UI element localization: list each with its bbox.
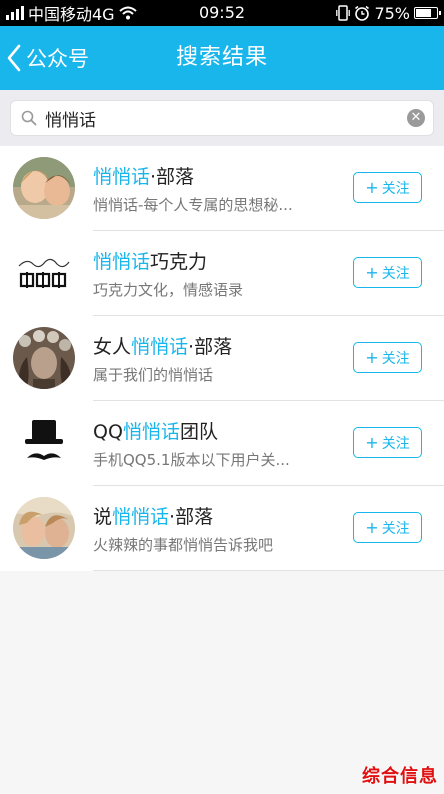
result-name: QQ悄悄话团队 <box>93 421 218 443</box>
avatar <box>13 242 75 304</box>
result-desc: 属于我们的悄悄话 <box>93 366 214 384</box>
nav-bar: 公众号 搜索结果 <box>0 26 444 90</box>
result-name: 悄悄话巧克力 <box>93 251 208 273</box>
follow-button[interactable]: + 关注 <box>353 427 422 458</box>
result-name: 悄悄话·部落 <box>93 166 195 188</box>
list-item[interactable]: 说悄悄话·部落 火辣辣的事都悄悄告诉我吧 + 关注 <box>0 486 444 571</box>
phone-vibrate-icon <box>336 5 351 21</box>
search-box: ✕ <box>10 100 434 136</box>
search-bar: ✕ <box>0 90 444 146</box>
qiaoqiaohua-logo <box>13 242 75 304</box>
plus-icon: + <box>365 347 379 367</box>
avatar <box>13 412 75 474</box>
avatar <box>13 327 75 389</box>
follow-button[interactable]: + 关注 <box>353 257 422 288</box>
result-name: 女人悄悄话·部落 <box>93 336 233 358</box>
girls-whisper-photo <box>13 157 75 219</box>
search-input[interactable] <box>45 101 395 135</box>
list-item[interactable]: QQ悄悄话团队 手机QQ5.1版本以下用户关... + 关注 <box>0 401 444 486</box>
result-desc: 火辣辣的事都悄悄告诉我吧 <box>93 536 274 554</box>
alarm-clock-icon <box>355 5 370 21</box>
two-girls-photo <box>13 497 75 559</box>
follow-button[interactable]: + 关注 <box>353 512 422 543</box>
result-desc: 手机QQ5.1版本以下用户关... <box>93 451 290 469</box>
plus-icon: + <box>365 177 379 197</box>
battery-icon <box>414 7 441 19</box>
back-button[interactable]: 公众号 <box>6 26 89 90</box>
result-name: 说悄悄话·部落 <box>93 506 214 528</box>
follow-button[interactable]: + 关注 <box>353 172 422 203</box>
result-desc: 悄悄话-每个人专属的思想秘... <box>93 196 293 214</box>
list-item[interactable]: 悄悄话·部落 悄悄话-每个人专属的思想秘... + 关注 <box>0 146 444 231</box>
list-item[interactable]: 女人悄悄话·部落 属于我们的悄悄话 + 关注 <box>0 316 444 401</box>
status-bar: 中国移动4G 09:52 75% <box>0 0 444 26</box>
search-icon <box>21 110 37 126</box>
watermark: 综合信息 <box>362 766 438 787</box>
woman-flowers-photo <box>13 327 75 389</box>
back-label: 公众号 <box>26 47 89 71</box>
plus-icon: + <box>365 517 379 537</box>
avatar <box>13 157 75 219</box>
result-desc: 巧克力文化，情感语录 <box>93 281 244 299</box>
clear-icon[interactable]: ✕ <box>407 109 425 127</box>
chevron-left-icon <box>7 44 21 72</box>
top-hat-mustache-icon <box>13 412 75 474</box>
plus-icon: + <box>365 262 379 282</box>
results-list: 悄悄话·部落 悄悄话-每个人专属的思想秘... + 关注 悄悄话巧克力 巧克力文化… <box>0 146 444 571</box>
avatar <box>13 497 75 559</box>
battery-percent: 75% <box>374 3 410 23</box>
list-item[interactable]: 悄悄话巧克力 巧克力文化，情感语录 + 关注 <box>0 231 444 316</box>
follow-button[interactable]: + 关注 <box>353 342 422 373</box>
plus-icon: + <box>365 432 379 452</box>
